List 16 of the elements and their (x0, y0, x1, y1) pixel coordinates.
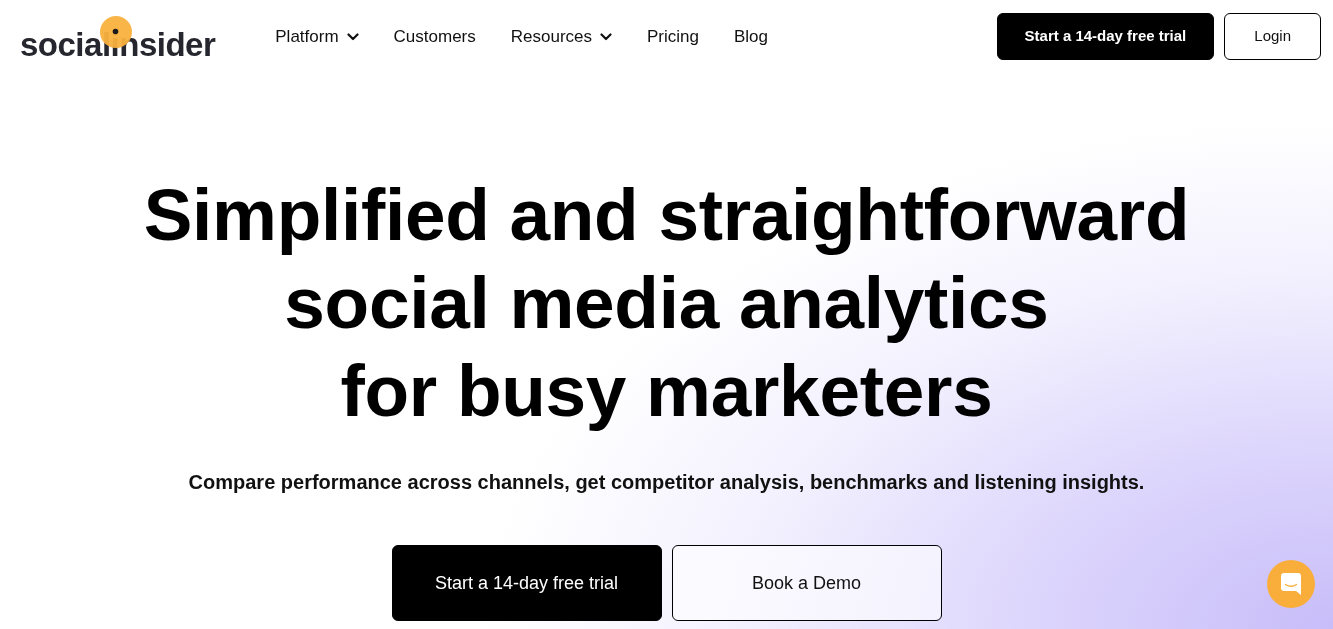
nav-link[interactable]: Platform (275, 23, 359, 50)
free-trial-button[interactable]: Start a 14-day free trial (996, 13, 1215, 60)
nav-link[interactable]: Blog (734, 23, 768, 50)
nav-link[interactable]: Pricing (647, 23, 699, 50)
free-trial-button[interactable]: Start a 14-day free trial (391, 545, 662, 621)
hero-subtitle: Compare performance across channels, get competitor analysis, benchmarks and listening insights. (188, 470, 1145, 495)
book-demo-button[interactable]: Book a Demo (671, 545, 942, 621)
chat-bubble-icon (1281, 573, 1301, 595)
chevron-down-icon (346, 32, 359, 41)
nav-link[interactable]: Resources (510, 23, 612, 50)
hero-headline: Simplified and straightforward social media analytics for busy marketers (143, 173, 1190, 433)
chat-launcher-button[interactable] (1267, 560, 1315, 608)
login-button[interactable]: Login (1224, 13, 1321, 60)
logo[interactable]: socialinsider (20, 15, 216, 60)
nav-link[interactable]: Customers (393, 23, 476, 50)
chevron-down-icon (600, 32, 612, 41)
